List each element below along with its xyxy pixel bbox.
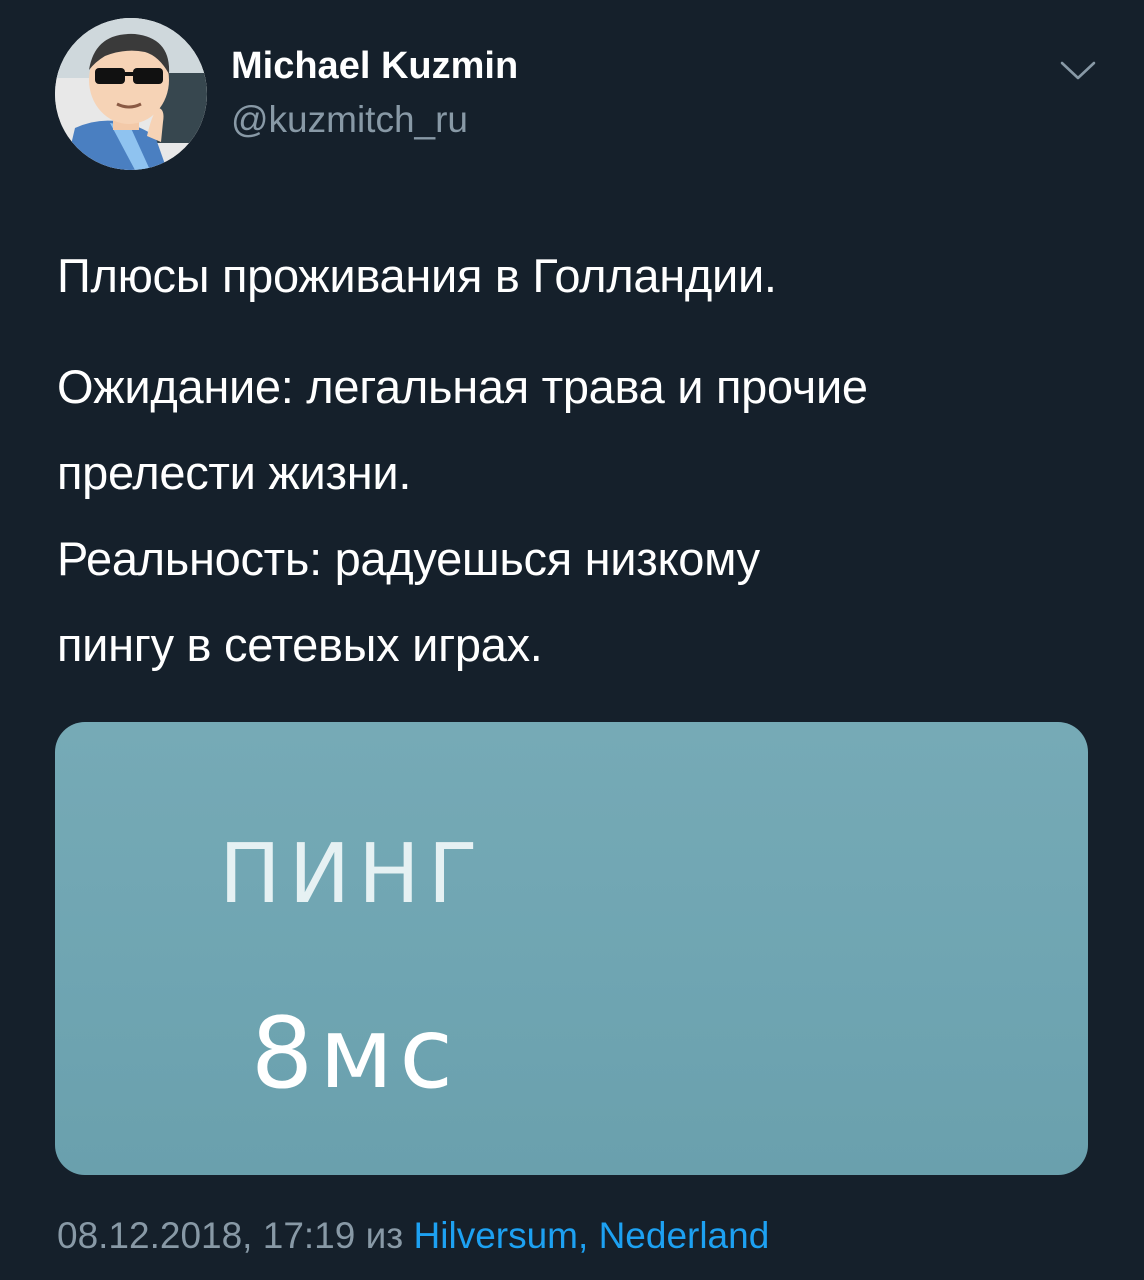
tweet-meta: 08.12.2018, 17:19 из Hilversum, Nederlan… xyxy=(57,1210,769,1262)
tweet-location-link[interactable]: Hilversum, Nederland xyxy=(414,1215,770,1256)
chevron-down-icon xyxy=(1060,61,1096,80)
tweet-timestamp[interactable]: 08.12.2018, 17:19 xyxy=(57,1215,355,1256)
tweet-text-line: пингу в сетевых играх. xyxy=(57,618,543,671)
tweet-from-label: из xyxy=(365,1215,404,1256)
ping-label: ПИНГ xyxy=(219,827,486,922)
avatar-image xyxy=(55,18,207,170)
tweet-text-line: прелести жизни. xyxy=(57,446,412,499)
tweet-media-image[interactable]: ПИНГ 8мс xyxy=(55,722,1088,1175)
author-name[interactable]: Michael Kuzmin xyxy=(231,42,518,90)
tweet-text-line: Реальность: радуешься низкому xyxy=(57,532,760,585)
ping-value: 8мс xyxy=(250,997,460,1111)
author-handle[interactable]: @kuzmitch_ru xyxy=(231,96,468,144)
tweet-text-line: Ожидание: легальная трава и прочие xyxy=(57,360,868,413)
tweet-menu-button[interactable] xyxy=(1058,54,1098,88)
avatar[interactable] xyxy=(55,18,207,170)
tweet-text-intro: Плюсы проживания в Голландии. xyxy=(57,249,777,302)
tweet-text-body: Ожидание: легальная трава и прочие преле… xyxy=(57,344,1117,688)
